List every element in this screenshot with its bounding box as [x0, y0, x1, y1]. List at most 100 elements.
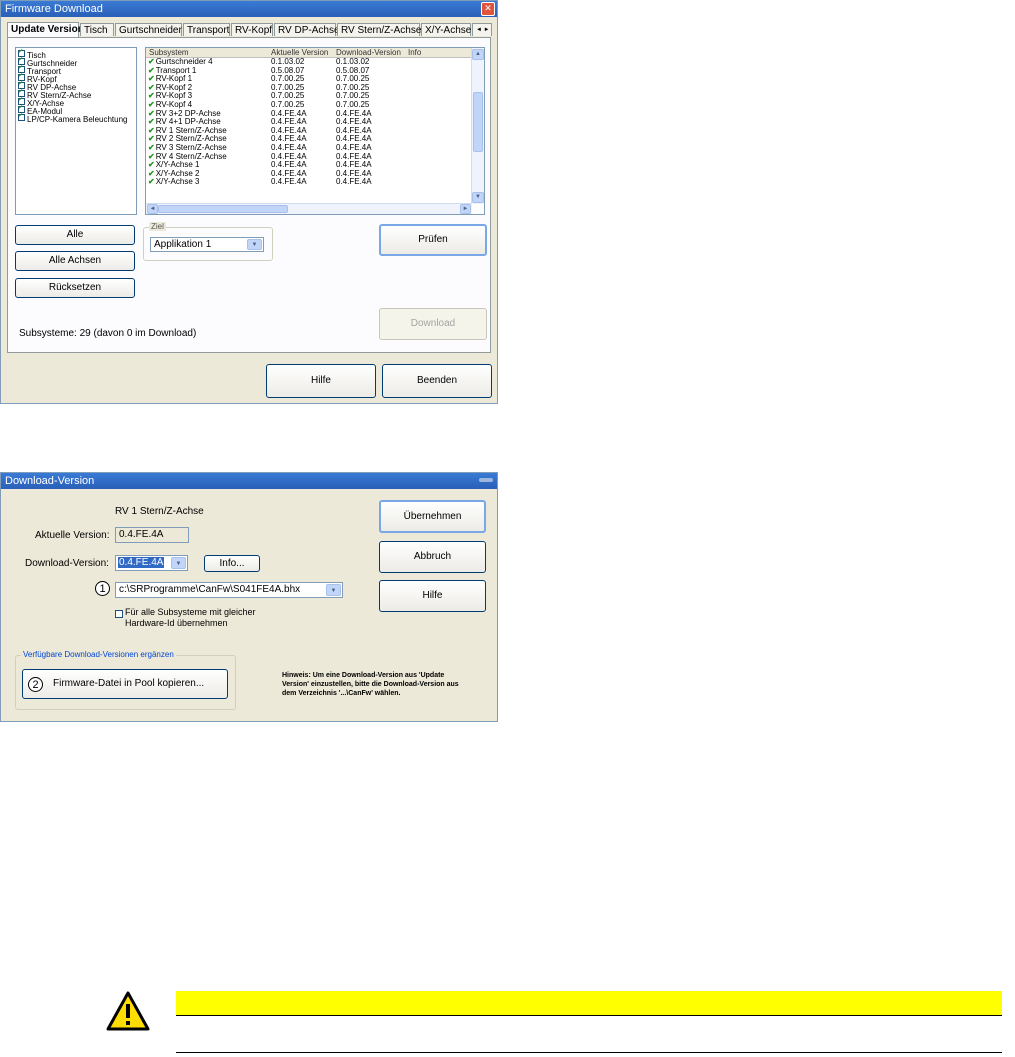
checkmark-icon: ✔	[148, 117, 155, 127]
same-hardware-checkbox[interactable]	[115, 610, 123, 618]
col-current-version[interactable]: Aktuelle Version	[271, 48, 328, 57]
subsystem-name: RV 1 Stern/Z-Achse	[115, 506, 204, 517]
row-subsystem: X/Y-Achse 3	[155, 177, 200, 187]
tab-rv-kopf[interactable]: RV-Kopf	[231, 23, 273, 36]
table-row[interactable]: ✔RV-Kopf 1 0.7.00.25 0.7.00.25	[146, 74, 472, 84]
uebernehmen-button[interactable]: Übernehmen	[379, 500, 486, 533]
vertical-scrollbar[interactable]: ▲ ▼	[471, 48, 484, 204]
table-row[interactable]: ✔RV-Kopf 2 0.7.00.25 0.7.00.25	[146, 83, 472, 93]
window-title: Download-Version	[5, 475, 95, 487]
ziel-select-value: Applikation 1	[154, 239, 212, 250]
version-table[interactable]: Subsystem Aktuelle Version Download-Vers…	[145, 47, 485, 215]
current-version-field: 0.4.FE.4A	[115, 527, 189, 543]
checkmark-icon: ✔	[148, 57, 155, 66]
alle-achsen-button[interactable]: Alle Achsen	[15, 251, 135, 271]
checklist-item[interactable]: RV-Kopf	[16, 72, 136, 84]
add-versions-groupbox: Verfügbare Download-Versionen ergänzen F…	[15, 650, 236, 710]
version-table-grid: Subsystem Aktuelle Version Download-Vers…	[146, 48, 472, 204]
checklist-item[interactable]: EA-Modul	[16, 104, 136, 116]
scrollbar-thumb[interactable]	[158, 205, 288, 213]
chevron-down-icon[interactable]: ▼	[247, 239, 262, 250]
ziel-label: Ziel	[149, 222, 166, 231]
scroll-down-icon[interactable]: ▼	[472, 192, 484, 203]
tab-transport[interactable]: Transport	[183, 23, 230, 36]
alle-button[interactable]: Alle	[15, 225, 135, 245]
warning-triangle-icon	[106, 991, 150, 1031]
minimize-icon[interactable]	[479, 478, 493, 482]
checklist-item[interactable]: RV Stern/Z-Achse	[16, 88, 136, 100]
checklist-item[interactable]: Tisch	[16, 48, 136, 60]
checkmark-icon: ✔	[148, 177, 155, 187]
checklist-item[interactable]: RV DP-Achse	[16, 80, 136, 92]
checkmark-icon: ✔	[148, 74, 155, 84]
ruecksetzen-button[interactable]: Rücksetzen	[15, 278, 135, 298]
firmware-path-value: c:\SRProgramme\CanFw\S041FE4A.bhx	[119, 584, 301, 595]
hint-line-2: Version' einzustellen, bitte die Downloa…	[282, 681, 459, 688]
scroll-up-icon[interactable]: ▲	[472, 49, 484, 60]
current-version-value: 0.4.FE.4A	[119, 529, 164, 540]
download-version-label: Download-Version:	[25, 558, 109, 569]
horizontal-scrollbar[interactable]: ◄ ►	[146, 203, 472, 214]
tab-strip: Update Version Tisch Gurtschneider Trans…	[7, 22, 492, 37]
checkmark-icon: ✔	[148, 160, 155, 170]
beenden-button[interactable]: Beenden	[382, 364, 492, 398]
table-row[interactable]: ✔Transport 1 0.5.08.07 0.5.08.07	[146, 66, 472, 76]
download-version-titlebar[interactable]: Download-Version	[1, 473, 497, 489]
update-version-panel: Tisch Gurtschneider Transport RV-Kopf RV…	[7, 37, 491, 353]
download-version-select[interactable]: 0.4.FE.4A ▼	[115, 555, 188, 571]
checklist-item[interactable]: LP/CP-Kamera Beleuchtung	[16, 112, 136, 124]
table-row[interactable]: ✔X/Y-Achse 3 0.4.FE.4A 0.4.FE.4A	[146, 178, 472, 187]
table-row[interactable]: ✔RV-Kopf 3 0.7.00.25 0.7.00.25	[146, 92, 472, 101]
tab-gurtschneider[interactable]: Gurtschneider	[115, 23, 182, 36]
hint-line-1: Hinweis: Um eine Download-Version aus 'U…	[282, 672, 445, 679]
current-version-label: Aktuelle Version:	[35, 530, 110, 541]
hilfe-button[interactable]: Hilfe	[266, 364, 376, 398]
same-hardware-label-1: Für alle Subsysteme mit gleicher	[125, 607, 256, 617]
firmware-download-titlebar[interactable]: Firmware Download ✕	[1, 1, 497, 17]
checklist-item[interactable]: Gurtschneider	[16, 56, 136, 68]
close-icon[interactable]: ✕	[481, 2, 495, 16]
window-title: Firmware Download	[5, 3, 103, 15]
tab-tisch[interactable]: Tisch	[80, 23, 114, 36]
download-button[interactable]: Download	[379, 308, 487, 340]
subsystem-status: Subsysteme: 29 (davon 0 im Download)	[19, 328, 197, 339]
tab-xy-achse[interactable]: X/Y-Achse	[421, 23, 471, 36]
row-download-version: 0.4.FE.4A	[336, 177, 372, 187]
tab-rv-stern-z-achse[interactable]: RV Stern/Z-Achse	[337, 23, 421, 36]
tab-update-version[interactable]: Update Version	[7, 22, 84, 37]
hilfe-button[interactable]: Hilfe	[379, 580, 486, 612]
copy-firmware-button[interactable]: Firmware-Datei in Pool kopieren...	[22, 669, 228, 699]
firmware-download-window: Firmware Download ✕ Update Version Tisch…	[0, 0, 498, 404]
same-hardware-label-2: Hardware-Id übernehmen	[125, 618, 228, 628]
tab-rv-dp-achse[interactable]: RV DP-Achse	[274, 23, 340, 36]
add-versions-label: Verfügbare Download-Versionen ergänzen	[21, 650, 176, 659]
abbruch-button[interactable]: Abbruch	[379, 541, 486, 573]
warning-divider-bottom	[176, 1052, 1002, 1053]
tab-scroll-arrows[interactable]: ◄ ►	[472, 23, 492, 36]
hint-line-3: dem Verzeichnis '...\CanFw' wählen.	[282, 690, 401, 697]
marker-2: 2	[28, 677, 43, 692]
download-version-window: Download-Version RV 1 Stern/Z-Achse Aktu…	[0, 472, 498, 722]
download-version-value: 0.4.FE.4A	[118, 557, 165, 568]
chevron-down-icon[interactable]: ▼	[171, 557, 186, 569]
subsystem-checklist[interactable]: Tisch Gurtschneider Transport RV-Kopf RV…	[15, 47, 137, 215]
scroll-right-icon[interactable]: ►	[460, 204, 471, 214]
firmware-path-select[interactable]: c:\SRProgramme\CanFw\S041FE4A.bhx ▼	[115, 582, 343, 598]
info-button[interactable]: Info...	[204, 555, 260, 572]
checkmark-icon: ✔	[148, 99, 155, 109]
scroll-left-icon[interactable]: ◄	[147, 204, 158, 214]
ziel-select[interactable]: Applikation 1 ▼	[150, 237, 264, 252]
checkmark-icon: ✔	[148, 134, 155, 144]
scrollbar-thumb[interactable]	[473, 92, 483, 152]
row-current-version: 0.4.FE.4A	[271, 177, 307, 187]
warning-bar	[176, 991, 1002, 1015]
chevron-down-icon[interactable]: ▼	[326, 584, 341, 596]
pruefen-button[interactable]: Prüfen	[379, 224, 487, 256]
version-table-body: ✔Gurtschneider 4 0.1.03.02 0.1.03.02 ✔Trans…	[146, 57, 472, 187]
col-subsystem[interactable]: Subsystem	[149, 48, 189, 57]
col-info[interactable]: Info	[408, 48, 421, 57]
checkmark-icon: ✔	[148, 142, 155, 152]
checkbox-checked-icon[interactable]	[18, 112, 25, 121]
ziel-groupbox: Ziel Applikation 1 ▼	[143, 222, 273, 261]
col-download-version[interactable]: Download-Version	[336, 48, 401, 57]
